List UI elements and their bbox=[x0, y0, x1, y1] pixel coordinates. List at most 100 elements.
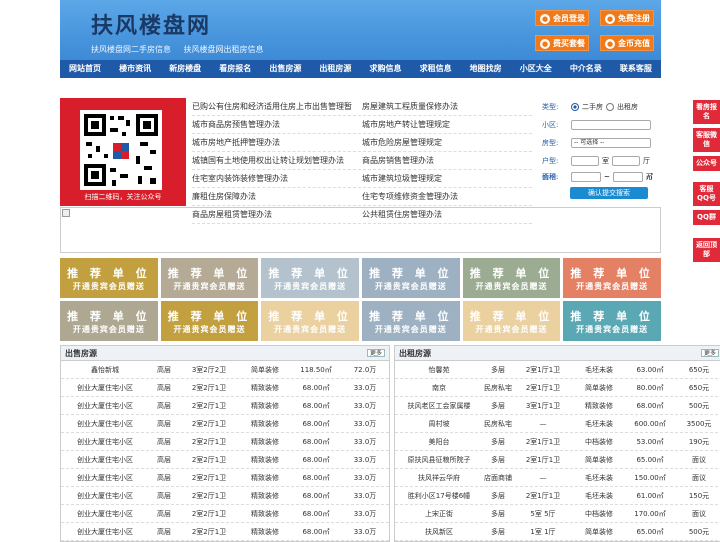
listing-row[interactable]: 创业大厦住宅小区 高层 2室2厅1卫 精致装修 68.00㎡ 33.0万 bbox=[61, 415, 389, 433]
listing-row[interactable]: 原扶风县征粮所院子 多层 2室1厅1卫 简单装修 65.00㎡ 面议 bbox=[395, 451, 720, 469]
recommend-tile[interactable]: 推 荐 单 位开通贵宾会员赠送 bbox=[462, 258, 561, 298]
recommend-tile[interactable]: 推 荐 单 位开通贵宾会员赠送 bbox=[60, 301, 158, 341]
search-submit-button[interactable]: 确认提交搜索 bbox=[570, 187, 648, 199]
policy-link[interactable]: 住宅专项维修资金管理办法 bbox=[362, 188, 532, 205]
layout-label: 户型: bbox=[542, 157, 559, 165]
nav-item[interactable]: 地图找房 bbox=[461, 60, 511, 78]
recommend-tile[interactable]: 推 荐 单 位开通贵宾会员赠送 bbox=[261, 258, 359, 298]
nav-item[interactable]: 求租信息 bbox=[411, 60, 461, 78]
side-float-button[interactable]: 看房报名 bbox=[693, 100, 720, 124]
listing-cell: — bbox=[539, 474, 547, 482]
secondhand-link[interactable]: 扶风楼盘网二手房信息 bbox=[91, 45, 171, 54]
price-min-input[interactable] bbox=[571, 172, 601, 182]
qr-panel: 扫描二维码，关注公众号 bbox=[60, 98, 186, 206]
side-float-button[interactable]: 客服微信 bbox=[693, 128, 720, 152]
listing-row[interactable]: 南京 民房私宅 2室1厅1卫 简单装修 80.00㎡ 650元 bbox=[395, 379, 720, 397]
side-float-button[interactable]: 公众号 bbox=[693, 156, 720, 171]
nav-item[interactable]: 出售房源 bbox=[260, 60, 310, 78]
recharge-button[interactable]: ● 金币充值 bbox=[600, 35, 654, 51]
recommend-tile[interactable]: 推 荐 单 位开通贵宾会员赠送 bbox=[160, 258, 259, 298]
rent-panel-header: 出租房源 更多 bbox=[395, 346, 720, 361]
recommend-tile[interactable]: 推 荐 单 位开通贵宾会员赠送 bbox=[261, 301, 359, 341]
qr-caption: 扫描二维码，关注公众号 bbox=[84, 193, 162, 201]
nav-item[interactable]: 出租房源 bbox=[310, 60, 360, 78]
listing-row[interactable]: 扶风新区 多层 1室 1厅 简单装修 65.00㎡ 500元 bbox=[395, 523, 720, 541]
listing-row[interactable]: 创业大厦住宅小区 高层 2室2厅1卫 精致装修 68.00㎡ 33.0万 bbox=[61, 397, 389, 415]
listing-cell: 多层 bbox=[491, 438, 505, 446]
user-add-icon: ● bbox=[605, 14, 615, 24]
listing-row[interactable]: 上宋正街 多层 5室 5厅 中档装修 170.00㎡ 面议 bbox=[395, 505, 720, 523]
price-max-input[interactable] bbox=[612, 172, 643, 182]
nav-item[interactable]: 新房楼盘 bbox=[160, 60, 210, 78]
radio-rent[interactable] bbox=[606, 103, 614, 111]
sale-more-button[interactable]: 更多 bbox=[367, 349, 385, 357]
listing-row[interactable]: 扶风老区工会家属楼 多层 3室1厅1卫 精致装修 68.00㎡ 500元 bbox=[395, 397, 720, 415]
shi-select[interactable] bbox=[571, 156, 599, 166]
community-input[interactable] bbox=[571, 120, 651, 130]
radio-secondhand[interactable] bbox=[571, 103, 579, 111]
listing-row[interactable]: 胜利小区17号楼6幢 多层 2室1厅1卫 毛坯未装 61.00㎡ 150元 bbox=[395, 487, 720, 505]
listing-row[interactable]: 创业大厦住宅小区 高层 2室2厅1卫 精致装修 68.00㎡ 33.0万 bbox=[61, 469, 389, 487]
listing-cell: 扶风新区 bbox=[425, 528, 453, 536]
nav-item[interactable]: 楼市资讯 bbox=[110, 60, 160, 78]
recommend-tile[interactable]: 推 荐 单 位开通贵宾会员赠送 bbox=[563, 301, 661, 341]
side-float-button[interactable]: 返回顶部 bbox=[693, 238, 720, 262]
listings: 出售房源 更多 鑫怡新城 高层 3室2厅2卫 简单装修 118.50㎡ 72.0万 创业大厦住… bbox=[60, 341, 720, 542]
nav-item[interactable]: 看房报名 bbox=[210, 60, 260, 78]
listing-cell: 33.0万 bbox=[353, 492, 377, 500]
recommend-tile[interactable]: 推 荐 单 位开通贵宾会员赠送 bbox=[361, 258, 460, 298]
tile-title: 推 荐 单 位 bbox=[369, 309, 453, 323]
listing-row[interactable]: 创业大厦住宅小区 高层 2室2厅1卫 精致装修 68.00㎡ 33.0万 bbox=[61, 433, 389, 451]
policy-link[interactable]: 商品房销售管理办法 bbox=[362, 152, 532, 169]
listing-row[interactable]: 美阳台 多层 2室1厅1卫 中档装修 53.00㎡ 190元 bbox=[395, 433, 720, 451]
ting-select[interactable] bbox=[612, 156, 640, 166]
policy-link[interactable]: 城市房地产转让管理规定 bbox=[362, 116, 532, 133]
recommend-tile[interactable]: 推 荐 单 位开通贵宾会员赠送 bbox=[462, 301, 561, 341]
login-button[interactable]: ● 会员登录 bbox=[535, 10, 589, 26]
register-button[interactable]: ● 免费注册 bbox=[600, 10, 654, 26]
policy-link[interactable]: 城市房地产抵押管理办法 bbox=[192, 134, 362, 151]
tile-title: 推 荐 单 位 bbox=[67, 266, 151, 280]
policy-link[interactable]: 已购公有住房和经济适用住房上市出售管理暂 bbox=[192, 98, 362, 115]
banner-image[interactable] bbox=[60, 207, 661, 253]
tile-title: 推 荐 单 位 bbox=[570, 309, 654, 323]
policy-link[interactable]: 房屋建筑工程质量保修办法 bbox=[362, 98, 532, 115]
tile-subtitle: 开通贵宾会员赠送 bbox=[576, 324, 649, 334]
nav-item[interactable]: 联系客服 bbox=[611, 60, 661, 78]
listing-cell: 3室1厅1卫 bbox=[525, 402, 561, 410]
recommend-tile[interactable]: 推 荐 单 位开通贵宾会员赠送 bbox=[60, 258, 158, 298]
side-float-button[interactable]: QQ群 bbox=[693, 210, 720, 225]
policy-links: 已购公有住房和经济适用住房上市出售管理暂 房屋建筑工程质量保修办法 城市商品房预售管… bbox=[192, 98, 532, 224]
policy-link[interactable]: 城市危险房屋管理规定 bbox=[362, 134, 532, 151]
nav-item[interactable]: 小区大全 bbox=[511, 60, 561, 78]
policy-link[interactable]: 城市建筑垃圾管理规定 bbox=[362, 170, 532, 187]
nav-item[interactable]: 网站首页 bbox=[60, 60, 110, 78]
policy-link[interactable]: 廉租住房保障办法 bbox=[192, 188, 362, 205]
rent-more-button[interactable]: 更多 bbox=[701, 349, 719, 357]
recommend-tile[interactable]: 推 荐 单 位开通贵宾会员赠送 bbox=[361, 301, 460, 341]
policy-link[interactable]: 城市商品房预售管理办法 bbox=[192, 116, 362, 133]
listing-row[interactable]: 周村坡 民房私宅 — 毛坯未装 600.00㎡ 3500元 bbox=[395, 415, 720, 433]
recommend-tile[interactable]: 推 荐 单 位开通贵宾会员赠送 bbox=[160, 301, 259, 341]
policy-link[interactable]: 城镇国有土地使用权出让转让规划管理办法 bbox=[192, 152, 362, 169]
listing-row[interactable]: 扶风祥云华府 店面商铺 — 毛坯未装 150.00㎡ 面议 bbox=[395, 469, 720, 487]
nav-item[interactable]: 求购信息 bbox=[360, 60, 410, 78]
policy-link[interactable]: 住宅室内装饰装修管理办法 bbox=[192, 170, 362, 187]
listing-cell: 鑫怡新城 bbox=[91, 366, 119, 374]
listing-row[interactable]: 创业大厦住宅小区 高层 2室2厅1卫 精致装修 68.00㎡ 33.0万 bbox=[61, 451, 389, 469]
listing-row[interactable]: 创业大厦住宅小区 高层 2室2厅1卫 精致装修 68.00㎡ 33.0万 bbox=[61, 505, 389, 523]
nav-item[interactable]: 中介名录 bbox=[561, 60, 611, 78]
listing-row[interactable]: 创业大厦住宅小区 高层 2室2厅1卫 精致装修 68.00㎡ 33.0万 bbox=[61, 487, 389, 505]
main-nav: 网站首页 楼市资讯 新房楼盘 看房报名 出售房源 出租房源 求购信息 求租信息 地图找房 小区大全… bbox=[60, 60, 661, 78]
side-float-button[interactable]: 客服QQ号 bbox=[693, 182, 720, 206]
listing-row[interactable]: 创业大厦住宅小区 高层 2室2厅1卫 精致装修 68.00㎡ 33.0万 bbox=[61, 523, 389, 541]
recommend-tile[interactable]: 推 荐 单 位开通贵宾会员赠送 bbox=[563, 258, 661, 298]
site-logo[interactable]: 扶风楼盘网 bbox=[91, 8, 211, 40]
package-button[interactable]: ● 费买套餐 bbox=[535, 35, 589, 51]
rent-link[interactable]: 扶风楼盘网出租房信息 bbox=[184, 45, 264, 54]
room-select[interactable]: -- 可选择 -- bbox=[571, 138, 651, 148]
listing-row[interactable]: 怡馨苑 多层 2室1厅1卫 毛坯未装 63.00㎡ 650元 bbox=[395, 361, 720, 379]
listing-cell: 精致装修 bbox=[251, 438, 279, 446]
listing-row[interactable]: 鑫怡新城 高层 3室2厅2卫 简单装修 118.50㎡ 72.0万 bbox=[61, 361, 389, 379]
listing-row[interactable]: 创业大厦住宅小区 高层 2室2厅1卫 精致装修 68.00㎡ 33.0万 bbox=[61, 379, 389, 397]
